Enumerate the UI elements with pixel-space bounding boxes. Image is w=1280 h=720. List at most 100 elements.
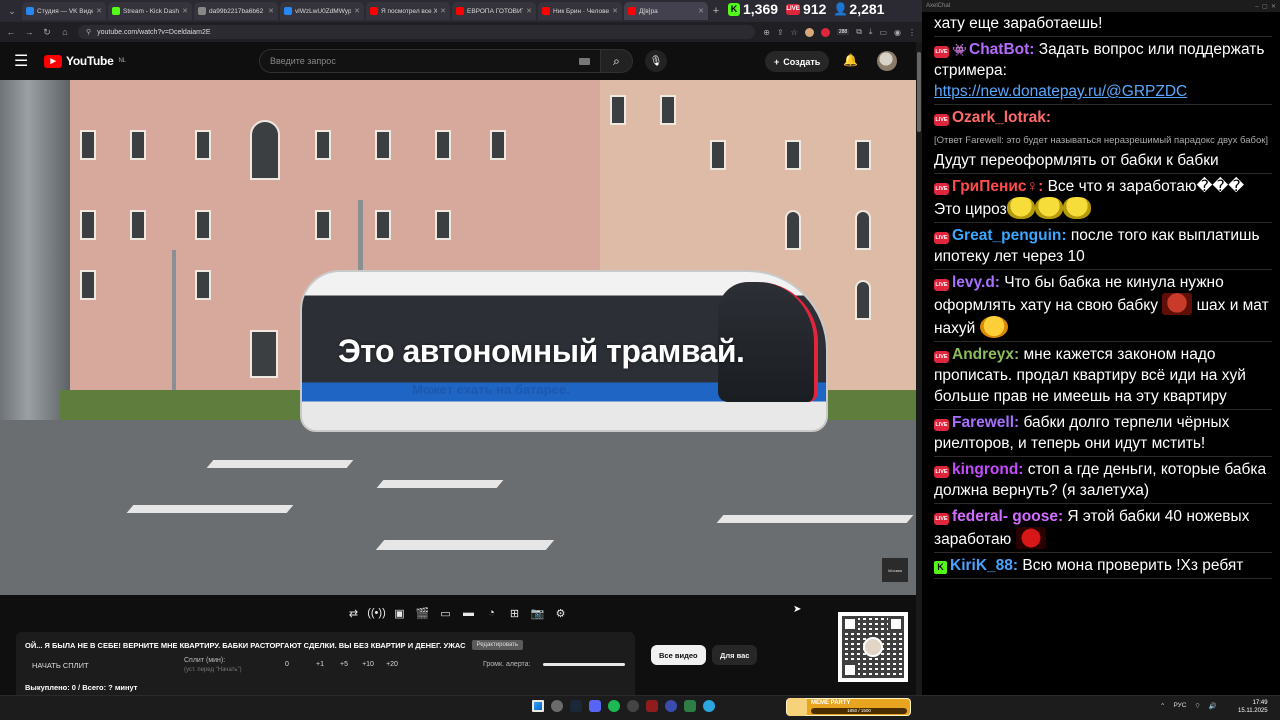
hamburger-menu-icon[interactable]: ☰: [14, 51, 32, 71]
chat-nickname[interactable]: levy.d:: [952, 274, 1000, 291]
tab-close-icon[interactable]: ✕: [96, 7, 102, 15]
window-controls[interactable]: – ▢ ✕: [1255, 3, 1276, 10]
account-avatar[interactable]: [877, 51, 897, 71]
start-windows-icon[interactable]: [532, 700, 544, 712]
browser-tab[interactable]: da99b2217ba6b62 ✕: [194, 2, 278, 20]
notifications-bell-icon[interactable]: 🔔: [843, 53, 858, 67]
video-window: [315, 130, 331, 160]
window-icon[interactable]: ▭: [435, 604, 456, 623]
tab-close-icon[interactable]: ✕: [354, 7, 360, 15]
discord-icon[interactable]: [589, 700, 601, 712]
add-to-playlist-icon[interactable]: ⊞: [504, 604, 525, 623]
chat-nickname[interactable]: Ozark_lotrak:: [952, 109, 1051, 126]
tab-favicon-icon: [198, 7, 206, 15]
edit-button[interactable]: Редактировать: [471, 640, 524, 650]
language-indicator[interactable]: РУС: [1173, 702, 1186, 709]
speed-gauge-icon[interactable]: ◔: [481, 604, 502, 623]
network-icon[interactable]: ⌔: [1194, 701, 1200, 710]
search-button[interactable]: ⌕: [601, 49, 633, 73]
chat-nickname[interactable]: Great_penguin:: [952, 227, 1067, 244]
video-player[interactable]: Это автономный трамвай. Может ехать на б…: [0, 80, 916, 595]
browser-tab[interactable]: Я посмотрел все Х ✕: [366, 2, 450, 20]
extensions-puzzle-icon[interactable]: ⧉: [856, 27, 862, 37]
volume-icon[interactable]: 🔊: [1209, 702, 1217, 710]
browser-tab[interactable]: ЕВРОПА ГОТОВИТ ✕: [452, 2, 536, 20]
tab-close-icon[interactable]: ✕: [440, 7, 446, 15]
url-field[interactable]: ⚲ youtube.com/watch?v=Dceldaiam2E: [78, 25, 756, 39]
browser-tab[interactable]: Студия — VK Видео ✕: [22, 2, 106, 20]
telegram-icon[interactable]: [703, 700, 715, 712]
theater-icon[interactable]: ▬: [458, 604, 479, 623]
steam-icon[interactable]: [570, 700, 582, 712]
menu-dots-icon[interactable]: ⋮: [908, 28, 916, 37]
sidebar-icon[interactable]: ▭: [879, 28, 887, 37]
app-green-icon[interactable]: [684, 700, 696, 712]
tab-close-icon[interactable]: ✕: [268, 7, 274, 15]
profile-icon[interactable]: ◉: [894, 28, 901, 37]
new-tab-button[interactable]: +: [710, 5, 722, 17]
extension-red-icon[interactable]: [820, 27, 830, 37]
tray-chevron-icon[interactable]: ⌃: [1160, 702, 1165, 710]
chat-nickname[interactable]: ChatBot:: [969, 41, 1034, 58]
video-window: [710, 140, 726, 170]
split-add-button[interactable]: +1: [308, 661, 332, 668]
loop-icon[interactable]: ⇄: [343, 604, 364, 623]
browser-tab[interactable]: Ник Брин · Челове ✕: [538, 2, 622, 20]
site-info-icon[interactable]: ⚲: [86, 28, 91, 36]
chat-nickname[interactable]: KiriK_88:: [950, 557, 1018, 574]
home-icon[interactable]: ⌂: [60, 27, 70, 37]
tab-close-icon[interactable]: ✕: [526, 7, 532, 15]
voice-search-button[interactable]: 🎙: [645, 50, 667, 72]
obs-icon[interactable]: [551, 700, 563, 712]
chat-nickname[interactable]: Farewell:: [952, 414, 1019, 431]
browser-tab[interactable]: Stream - Kick Dashb ✕: [108, 2, 192, 20]
recorder-icon[interactable]: [627, 700, 639, 712]
chat-message: LIVE Farewell: бабки долго терпели чёрных…: [934, 410, 1272, 457]
chat-nickname[interactable]: ГриПенис♀:: [952, 178, 1043, 195]
settings-gear-icon[interactable]: ⚙: [550, 604, 571, 623]
broadcast-icon[interactable]: ((•)): [366, 604, 387, 623]
tab-close-icon[interactable]: ✕: [182, 7, 188, 15]
picture-settings-icon[interactable]: ▣: [389, 604, 410, 623]
share-icon[interactable]: ⇪: [777, 28, 784, 37]
split-add-button[interactable]: +20: [380, 661, 404, 668]
clapper-icon[interactable]: 🎬: [412, 604, 433, 623]
spotify-icon[interactable]: [608, 700, 620, 712]
scrollbar-thumb[interactable]: [917, 52, 921, 132]
youtube-logo[interactable]: ▶ YouTube NL: [44, 54, 126, 68]
taskbar: MEME PARTY 1850 / 1500 ⌃ РУС ⌔ 🔊 17:49 1…: [0, 695, 1280, 720]
extension-avatar-icon[interactable]: [804, 27, 814, 37]
tab-close-icon[interactable]: ✕: [698, 7, 704, 15]
split-add-button[interactable]: +5: [332, 661, 356, 668]
browser-tab[interactable]: Д[в]ра ✕: [624, 2, 708, 20]
app-red-icon[interactable]: [646, 700, 658, 712]
tab-close-icon[interactable]: ✕: [612, 7, 618, 15]
chat-nickname[interactable]: Andreyx:: [952, 346, 1019, 363]
bookmark-star-icon[interactable]: ☆: [791, 28, 798, 37]
forward-icon[interactable]: →: [24, 27, 34, 37]
clock[interactable]: 17:49 15.11.2025: [1238, 699, 1268, 715]
video-window: [130, 210, 146, 240]
split-add-button[interactable]: +10: [356, 661, 380, 668]
back-icon[interactable]: ←: [6, 27, 16, 37]
alert-volume-slider[interactable]: [543, 663, 625, 666]
reload-icon[interactable]: ↻: [42, 27, 52, 38]
chat-nickname[interactable]: federal- goose:: [952, 508, 1063, 525]
tab-list-chevron-icon[interactable]: ⌄: [4, 3, 20, 19]
create-button[interactable]: + Создать: [765, 51, 830, 72]
chat-nickname[interactable]: kingrond:: [952, 461, 1023, 478]
tab-favicon-icon: [370, 7, 378, 15]
video-caption: Это автономный трамвай.: [338, 333, 745, 369]
chip-for-you[interactable]: Для вас: [712, 645, 758, 665]
start-split-button[interactable]: НАЧАТЬ СПЛИТ: [32, 661, 89, 670]
search-input[interactable]: Введите запрос: [259, 49, 601, 73]
download-icon[interactable]: ⤓: [869, 27, 873, 37]
media-player-icon[interactable]: [665, 700, 677, 712]
keyboard-icon[interactable]: [579, 57, 590, 65]
chat-link[interactable]: https://new.donatepay.ru/@GRPZDC: [934, 83, 1187, 100]
chip-all-videos[interactable]: Все видео: [651, 645, 706, 665]
screenshot-camera-icon[interactable]: 📷: [527, 604, 548, 623]
viewer-stats: K 1,369 LIVE 912 👤 2,281: [728, 0, 884, 18]
browser-tab[interactable]: vlWzLwU0ZdMWyp ✕: [280, 2, 364, 20]
zoom-icon[interactable]: ⊕: [763, 28, 770, 37]
